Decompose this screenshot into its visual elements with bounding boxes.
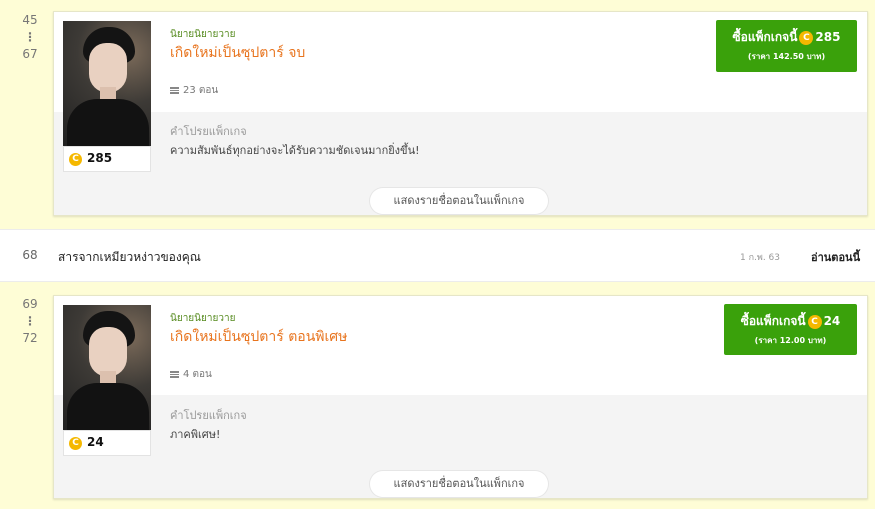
range-end: 67 (22, 47, 38, 61)
buy-button-baht-price: (ราคา 12.00 บาท) (754, 336, 827, 345)
package-title[interactable]: เกิดใหม่เป็นซุปตาร์ จบ (170, 42, 305, 64)
package-episode-count: 4 ตอน (170, 367, 212, 382)
range-start: 69 (22, 297, 38, 311)
package-episode-count: 23 ตอน (170, 83, 218, 98)
chapter-date: 1 ก.พ. 63 (740, 253, 781, 263)
chapter-number: 68 (22, 248, 38, 262)
package-title[interactable]: เกิดใหม่เป็นซุปตาร์ ตอนพิเศษ (170, 326, 347, 348)
buy-button-coins: 24 (823, 314, 841, 328)
list-icon (170, 370, 179, 378)
episode-range: 69 ⋮ 72 (0, 296, 60, 346)
package-band: 45 ⋮ 67 C 285 นิยายนิยายวาย เกิดใหม่เป็น… (0, 0, 875, 229)
package-coin-price: C 285 (63, 146, 151, 172)
coin-icon: C (69, 437, 82, 450)
buy-button-label: ซื้อแพ็กเกจนี้ (740, 314, 806, 328)
buy-button-label: ซื้อแพ็กเกจนี้ (732, 30, 798, 44)
buy-button-coins: 285 (815, 30, 841, 44)
range-dots-icon: ⋮ (24, 30, 36, 44)
buy-package-button[interactable]: ซื้อแพ็กเกจนี้ C 24 (ราคา 12.00 บาท) (724, 304, 857, 355)
episode-range: 45 ⋮ 67 (0, 12, 60, 62)
chapter-title[interactable]: สารจากเหมียวหง่าวของคุณ (58, 248, 201, 267)
read-chapter-link[interactable]: อ่านตอนนี้ (811, 248, 860, 266)
package-coin-price: C 24 (63, 430, 151, 456)
range-dots-icon: ⋮ (24, 314, 36, 328)
range-end: 72 (22, 331, 38, 345)
chapter-row[interactable]: 68 สารจากเหมียวหง่าวของคุณ 1 ก.พ. 63 อ่า… (0, 229, 875, 282)
coin-price-value: 24 (87, 435, 104, 449)
buy-button-baht-price: (ราคา 142.50 บาท) (747, 52, 826, 61)
package-cover-image[interactable] (63, 305, 151, 430)
package-card: C 285 นิยายนิยายวาย เกิดใหม่เป็นซุปตาร์ … (53, 11, 868, 216)
package-description-label: คำโปรยแพ็กเกจ (170, 409, 247, 422)
show-episode-list-button[interactable]: แสดงรายชื่อตอนในแพ็กเกจ (370, 471, 548, 497)
coin-icon: C (799, 30, 814, 45)
coin-price-value: 285 (87, 151, 113, 165)
package-card: C 24 นิยายนิยายวาย เกิดใหม่เป็นซุปตาร์ ต… (53, 295, 868, 499)
package-category: นิยายนิยายวาย (170, 29, 236, 40)
episode-count-text: 4 ตอน (183, 369, 212, 380)
range-start: 45 (22, 13, 38, 27)
package-category: นิยายนิยายวาย (170, 313, 236, 324)
coin-icon: C (69, 153, 82, 166)
package-band: 69 ⋮ 72 C 24 นิยายนิยายวาย เกิดใหม่เป็นซ… (0, 282, 875, 509)
buy-package-button[interactable]: ซื้อแพ็กเกจนี้ C 285 (ราคา 142.50 บาท) (716, 20, 857, 72)
coin-icon: C (807, 314, 822, 329)
package-description: ภาคพิเศษ! (170, 428, 221, 441)
package-description: ความสัมพันธ์ทุกอย่างจะได้รับความชัดเจนมา… (170, 144, 420, 157)
package-description-label: คำโปรยแพ็กเกจ (170, 125, 247, 138)
show-episode-list-button[interactable]: แสดงรายชื่อตอนในแพ็กเกจ (370, 188, 548, 214)
episode-count-text: 23 ตอน (183, 85, 219, 96)
list-icon (170, 86, 179, 94)
package-cover-image[interactable] (63, 21, 151, 146)
